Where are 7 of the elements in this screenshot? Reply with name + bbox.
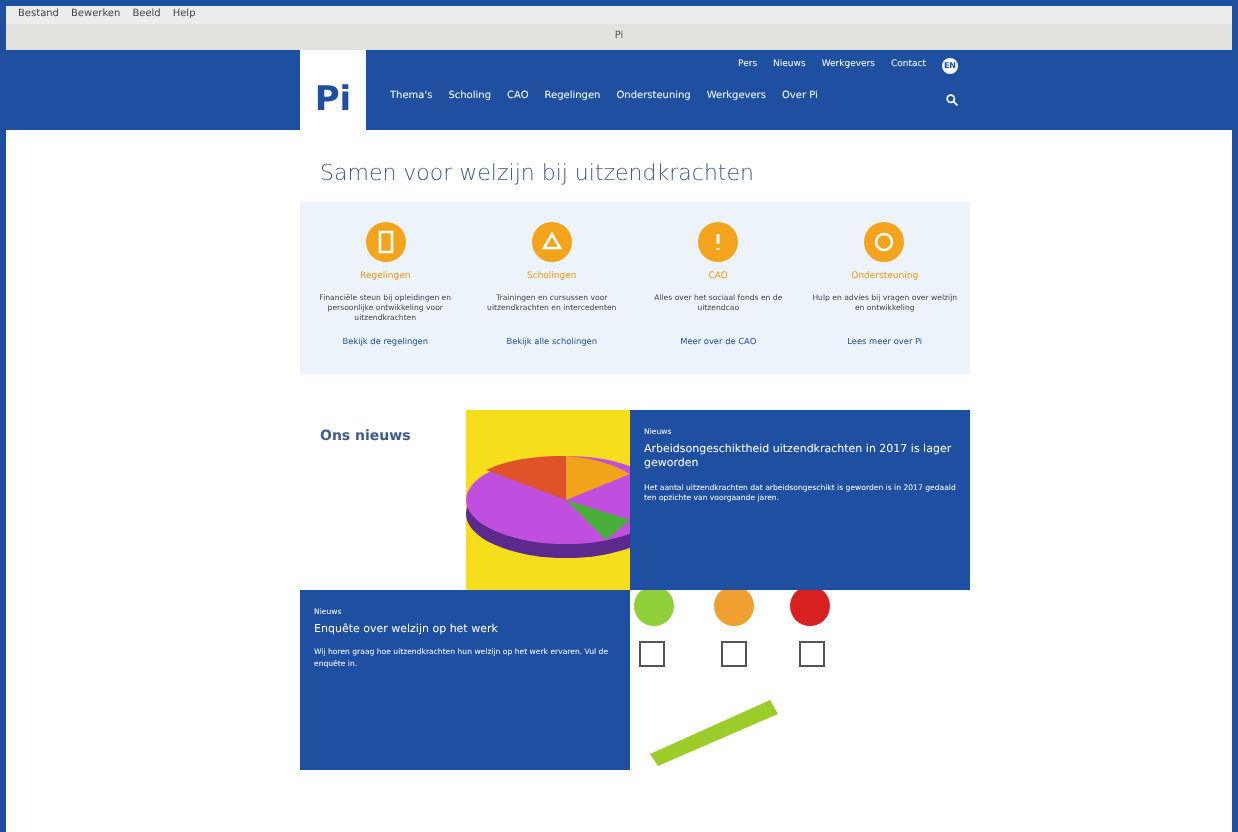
logo[interactable]: Pi bbox=[300, 50, 366, 130]
search-icon[interactable] bbox=[946, 93, 958, 106]
round-badge-icon bbox=[531, 221, 572, 261]
round-badge-icon bbox=[365, 221, 406, 261]
round-badge-icon bbox=[698, 221, 739, 261]
round-badge-icon bbox=[864, 221, 905, 261]
page-heading: Samen voor welzijn bij uitzendkrachten bbox=[320, 158, 756, 190]
